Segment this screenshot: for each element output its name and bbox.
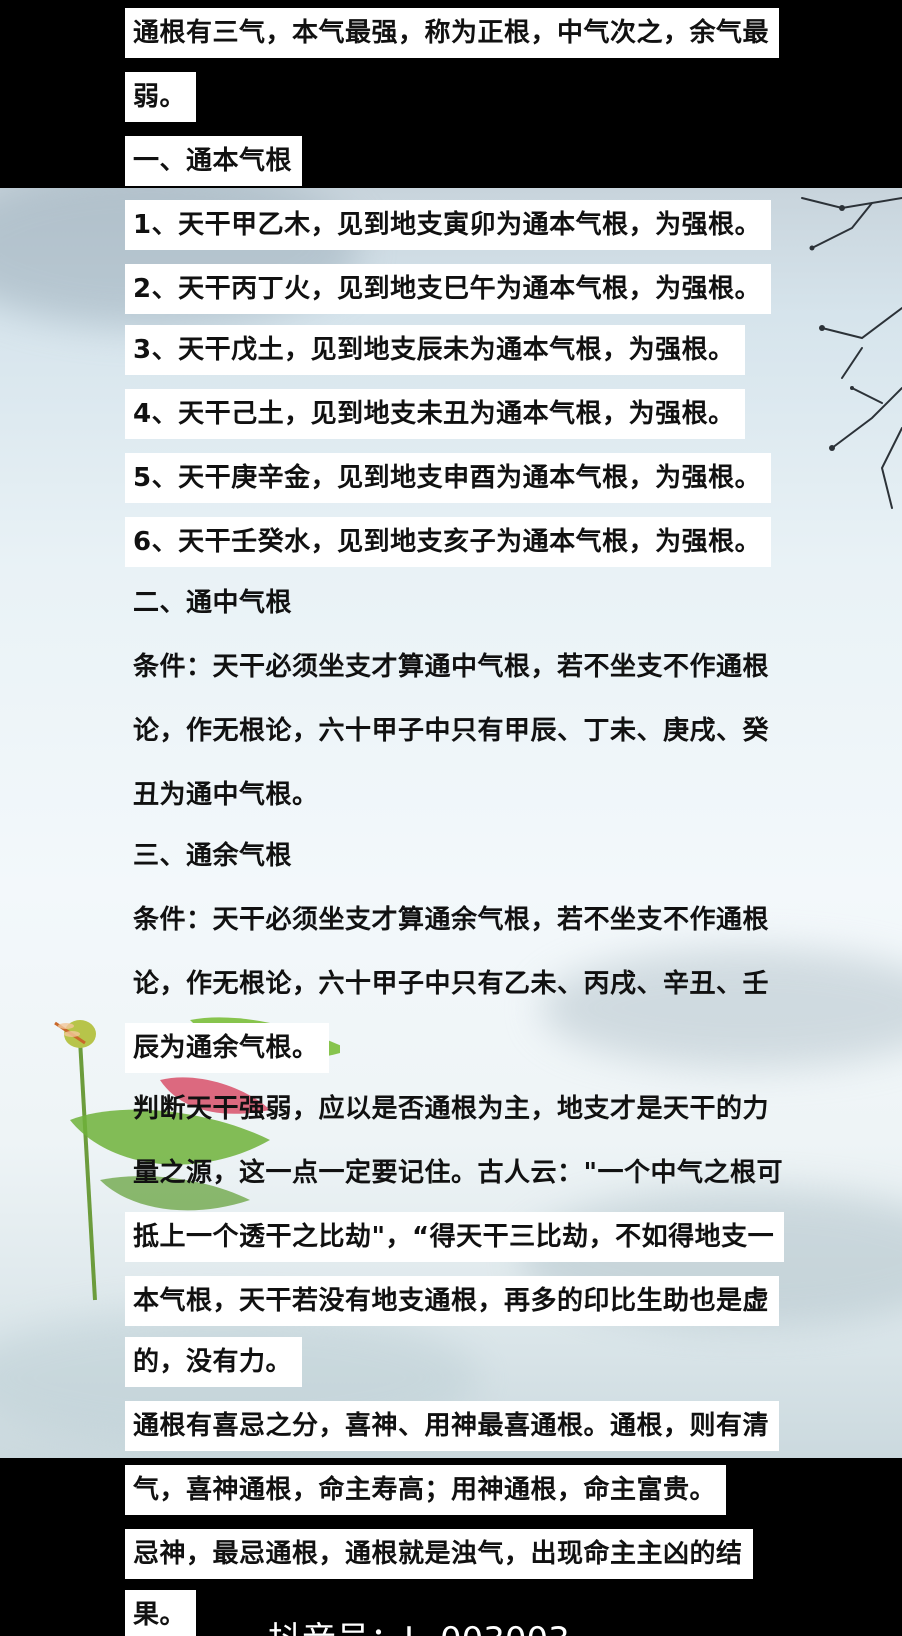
section-heading: 二、通中气根 (133, 588, 293, 618)
paragraph-line: 丑为通中气根。 (133, 780, 319, 810)
list-item: 4、天干己土，见到地支未丑为通本气根，为强根。 (125, 389, 745, 439)
dragonfly-icon (54, 1021, 86, 1045)
paragraph-line: 气，喜神通根，命主寿高；用神通根，命主富贵。 (125, 1465, 727, 1515)
paragraph-line: 条件：天干必须坐支才算通余气根，若不坐支不作通根 (133, 905, 770, 935)
paragraph-line: 弱。 (125, 72, 197, 122)
page: 通根有三气，本气最强，称为正根，中气次之，余气最 弱。 一、通本气根 1、天干甲… (0, 0, 902, 1636)
section-heading: 三、通余气根 (133, 841, 293, 871)
paragraph-line: 条件：天干必须坐支才算通中气根，若不坐支不作通根 (133, 652, 770, 682)
plum-branch-icon (801, 197, 902, 509)
paragraph-line: 通根有三气，本气最强，称为正根，中气次之，余气最 (125, 8, 780, 58)
paragraph-line: 果。 (125, 1590, 197, 1636)
list-item: 1、天干甲乙木，见到地支寅卯为通本气根，为强根。 (125, 200, 772, 250)
paragraph-line: 本气根，天干若没有地支通根，再多的印比生助也是虚 (125, 1276, 780, 1326)
paragraph-line: 论，作无根论，六十甲子中只有乙未、丙戌、辛丑、壬 (133, 969, 770, 999)
paragraph-line: 量之源，这一点一定要记住。古人云："一个中气之根可 (133, 1158, 784, 1188)
paragraph-line: 通根有喜忌之分，喜神、用神最喜通根。通根，则有清 (125, 1401, 780, 1451)
list-item: 2、天干丙丁火，见到地支巳午为通本气根，为强根。 (125, 264, 772, 314)
paragraph-line: 判断天干强弱，应以是否通根为主，地支才是天干的力 (133, 1094, 770, 1124)
paragraph-line: 论，作无根论，六十甲子中只有甲辰、丁未、庚戌、癸 (133, 716, 770, 746)
paragraph-line: 辰为通余气根。 (125, 1023, 329, 1073)
paragraph-line: 的，没有力。 (125, 1337, 303, 1387)
paragraph-line: 抵上一个透干之比劫"，“得天干三比劫，不如得地支一 (125, 1212, 785, 1262)
paragraph-line: 忌神，最忌通根，通根就是浊气，出现命主主凶的结 (125, 1529, 753, 1579)
list-item: 3、天干戊土，见到地支辰未为通本气根，为强根。 (125, 325, 745, 375)
section-heading: 一、通本气根 (125, 136, 303, 186)
list-item: 5、天干庚辛金，见到地支申酉为通本气根，为强根。 (125, 453, 772, 503)
list-item: 6、天干壬癸水，见到地支亥子为通本气根，为强根。 (125, 517, 772, 567)
watermark: 抖音号：L_003003 (268, 1612, 570, 1636)
